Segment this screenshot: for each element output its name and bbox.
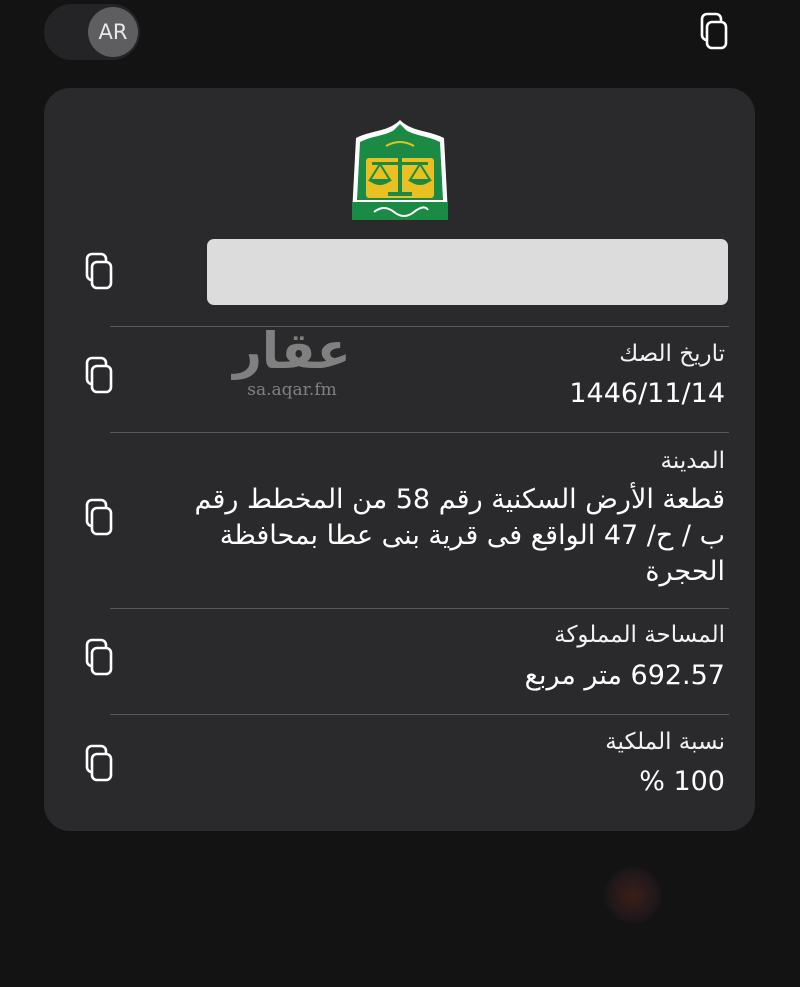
redacted-deed-number [207, 239, 728, 305]
aqar-watermark: عقار sa.aqar.fm [212, 320, 372, 410]
copy-city-button[interactable] [81, 496, 121, 540]
divider [110, 432, 729, 433]
deed-card: تاريخ الصك 1446/11/14 عقار sa.aqar.fm ال… [44, 88, 755, 831]
divider [110, 608, 729, 609]
divider [110, 326, 729, 327]
language-toggle[interactable]: AR [44, 4, 140, 60]
copy-owned-area-button[interactable] [81, 636, 121, 680]
copy-deed-number-button[interactable] [81, 250, 121, 294]
divider [110, 714, 729, 715]
copy-icon [85, 638, 113, 676]
owned-area-value: 692.57 متر مربع [524, 660, 725, 691]
ownership-ratio-label: نسبة الملكية [605, 729, 725, 755]
copy-icon [85, 252, 113, 290]
deed-date-value: 1446/11/14 [569, 378, 725, 409]
city-value: قطعة الأرض السكنية رقم 58 من المخطط رقم … [194, 484, 725, 587]
copy-ownership-ratio-button[interactable] [81, 742, 121, 786]
language-toggle-knob[interactable]: AR [88, 7, 138, 57]
copy-icon [85, 498, 113, 536]
copy-deed-date-button[interactable] [81, 354, 121, 398]
copy-icon [85, 744, 113, 782]
owned-area-label: المساحة المملوكة [554, 622, 725, 648]
deed-date-label: تاريخ الصك [619, 341, 725, 367]
city-label: المدينة [660, 448, 725, 474]
copy-all-button[interactable] [694, 10, 734, 54]
copy-icon [85, 356, 113, 394]
ownership-ratio-value: 100 % [639, 766, 725, 797]
blurred-indicator [604, 866, 662, 924]
watermark-arabic: عقار [233, 322, 351, 380]
copy-icon [700, 12, 728, 50]
top-bar: AR [0, 0, 800, 70]
ministry-of-justice-logo [348, 118, 452, 224]
watermark-latin: sa.aqar.fm [247, 380, 337, 400]
